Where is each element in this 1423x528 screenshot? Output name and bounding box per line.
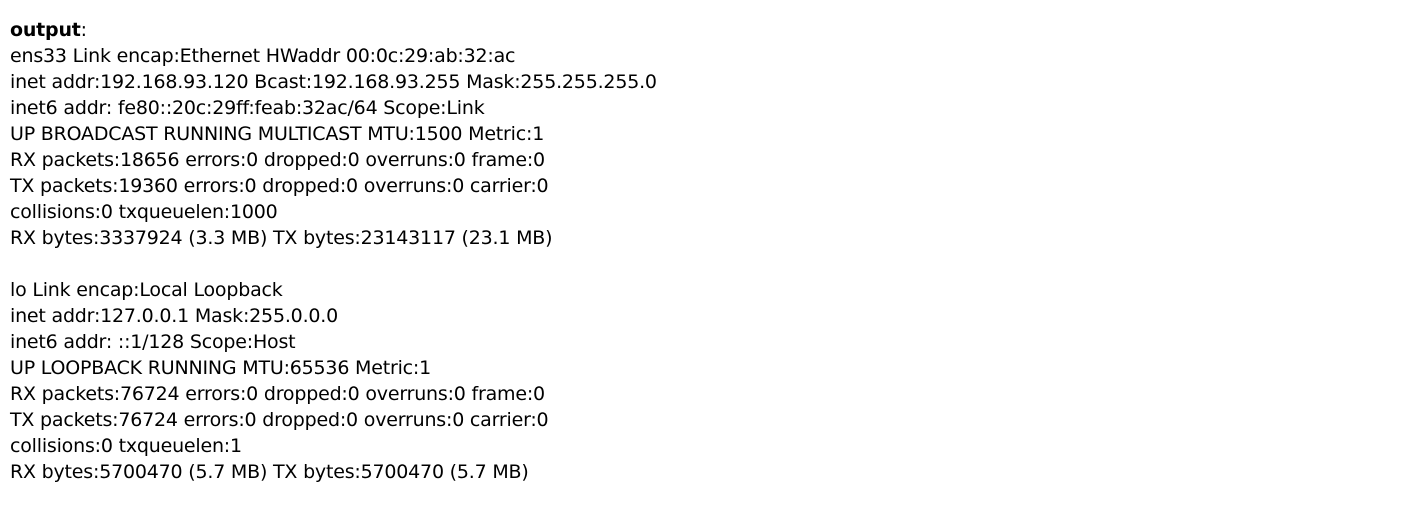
ens33-inet-line: inet addr:192.168.93.120 Bcast:192.168.9… bbox=[10, 71, 657, 93]
lo-inet-line: inet addr:127.0.0.1 Mask:255.0.0.0 bbox=[10, 305, 339, 327]
lo-bytes-line: RX bytes:5700470 (5.7 MB) TX bytes:57004… bbox=[10, 461, 529, 483]
ens33-rx-packets-line: RX packets:18656 errors:0 dropped:0 over… bbox=[10, 149, 545, 171]
ens33-inet6-line: inet6 addr: fe80::20c:29ff:feab:32ac/64 … bbox=[10, 97, 485, 119]
lo-tx-packets-line: TX packets:76724 errors:0 dropped:0 over… bbox=[10, 409, 549, 431]
ens33-tx-packets-line: TX packets:19360 errors:0 dropped:0 over… bbox=[10, 175, 549, 197]
lo-rx-packets-line: RX packets:76724 errors:0 dropped:0 over… bbox=[10, 383, 545, 405]
ens33-link-line: ens33 Link encap:Ethernet HWaddr 00:0c:2… bbox=[10, 45, 516, 67]
ens33-bytes-line: RX bytes:3337924 (3.3 MB) TX bytes:23143… bbox=[10, 227, 553, 249]
lo-link-line: lo Link encap:Local Loopback bbox=[10, 279, 283, 301]
output-heading-label: output bbox=[10, 19, 81, 41]
lo-flags-line: UP LOOPBACK RUNNING MTU:65536 Metric:1 bbox=[10, 357, 432, 379]
lo-collisions-line: collisions:0 txqueuelen:1 bbox=[10, 435, 242, 457]
ens33-collisions-line: collisions:0 txqueuelen:1000 bbox=[10, 201, 278, 223]
output-heading-colon: : bbox=[80, 19, 87, 41]
interface-block-ens33: ens33 Link encap:Ethernet HWaddr 00:0c:2… bbox=[10, 43, 657, 251]
ens33-flags-line: UP BROADCAST RUNNING MULTICAST MTU:1500 … bbox=[10, 123, 545, 145]
output-heading: output: bbox=[10, 17, 657, 43]
interface-block-lo: lo Link encap:Local Loopback inet addr:1… bbox=[10, 277, 657, 485]
lo-inet6-line: inet6 addr: ::1/128 Scope:Host bbox=[10, 331, 296, 353]
output-document: output: ens33 Link encap:Ethernet HWaddr… bbox=[10, 17, 657, 485]
block-separator bbox=[10, 251, 657, 277]
